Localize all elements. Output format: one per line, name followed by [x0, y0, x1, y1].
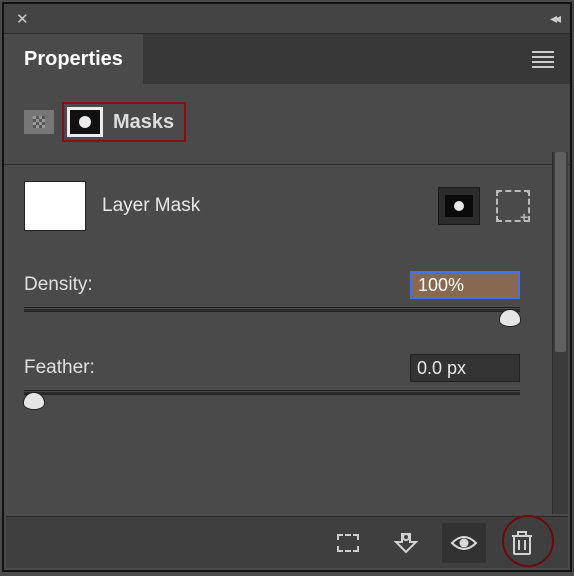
panel-titlebar: ✕ ◂◂ — [4, 4, 570, 34]
feather-label: Feather: — [24, 357, 95, 379]
plus-icon: + — [520, 212, 532, 224]
apply-mask-icon[interactable] — [384, 523, 428, 563]
panel-footer — [6, 516, 568, 568]
vector-mask-button[interactable]: + — [496, 190, 530, 222]
selection-from-mask-icon[interactable] — [326, 523, 370, 563]
feather-slider[interactable] — [24, 390, 520, 395]
masks-section-button[interactable]: Masks — [62, 102, 186, 142]
density-control: Density: — [24, 271, 550, 312]
feather-control: Feather: — [24, 354, 550, 395]
panel-menu-icon[interactable] — [516, 34, 570, 84]
close-icon[interactable]: ✕ — [16, 10, 29, 28]
density-label: Density: — [24, 274, 93, 296]
density-slider[interactable] — [24, 307, 520, 312]
scrollbar[interactable] — [552, 152, 568, 514]
slider-handle[interactable] — [23, 392, 45, 410]
mask-thumbnail[interactable] — [24, 181, 86, 231]
delete-mask-icon[interactable] — [500, 523, 544, 563]
masks-section-label: Masks — [113, 111, 174, 134]
pixel-mask-icon[interactable] — [24, 110, 54, 134]
collapse-icon[interactable]: ◂◂ — [550, 10, 558, 27]
slider-handle[interactable] — [499, 309, 521, 327]
scrollbar-thumb[interactable] — [555, 152, 566, 352]
tab-bar: Properties — [4, 34, 570, 84]
toggle-mask-visibility-icon[interactable] — [442, 523, 486, 563]
layer-mask-button[interactable] — [438, 187, 480, 225]
tab-properties[interactable]: Properties — [4, 34, 143, 84]
density-input[interactable] — [410, 271, 520, 299]
feather-input[interactable] — [410, 354, 520, 382]
divider — [4, 164, 570, 165]
tab-label: Properties — [24, 48, 123, 71]
mask-icon — [67, 107, 103, 137]
mask-name-label: Layer Mask — [102, 195, 422, 217]
